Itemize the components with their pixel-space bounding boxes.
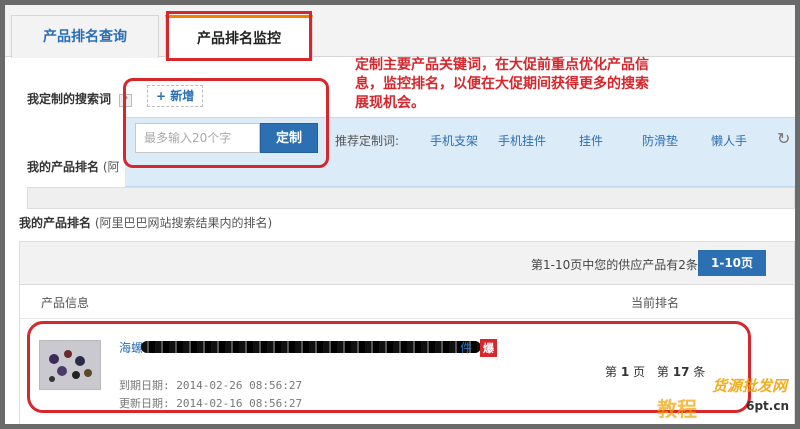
annotation-line-3: 展现机会。 xyxy=(355,95,425,111)
ranking-title-obscured: 我的产品排名 (阿 xyxy=(27,158,120,175)
annotation-line-1: 定制主要产品关键词，在大促前重点优化产品信 xyxy=(355,57,649,73)
hot-badge: 爆 xyxy=(480,339,497,357)
ranking-subtitle: (阿里巴巴网站搜索结果内的排名) xyxy=(94,216,273,230)
ranking-heading: 我的产品排名 (阿里巴巴网站搜索结果内的排名) xyxy=(19,214,272,231)
annotation-line-2: 息，监控排名，以便在大促期间获得更多的搜索 xyxy=(355,76,649,92)
annotation-text: 定制主要产品关键词，在大促前重点优化产品信 息，监控排名，以便在大促期间获得更多… xyxy=(355,56,775,113)
rank-page-unit: 页 xyxy=(633,365,646,379)
product-title-start[interactable]: 海螺 xyxy=(119,339,143,356)
term-input[interactable]: 最多输入20个字 xyxy=(135,123,260,153)
help-icon[interactable]: ? xyxy=(118,94,132,107)
ranking-title-obscured-suffix: (阿 xyxy=(102,160,120,174)
rank-page-prefix: 第 xyxy=(605,365,618,379)
watermark-site: 6pt.cn xyxy=(746,399,789,413)
recommend-label: 推荐定制词: xyxy=(335,134,400,148)
recommend-term-3[interactable]: 挂件 xyxy=(579,132,603,149)
recommend-term-1[interactable]: 手机支架 xyxy=(430,132,478,149)
obscured-strip xyxy=(27,187,795,209)
custom-search-label: 我定制的搜索词 xyxy=(27,92,112,106)
page-range-button[interactable]: 1-10页 xyxy=(698,250,766,276)
watermark-line-1: 货源批发网 xyxy=(711,377,787,395)
col-product-info: 产品信息 xyxy=(41,296,90,310)
col-current-rank: 当前排名 xyxy=(631,296,680,310)
refresh-icon[interactable]: ↻ xyxy=(777,129,790,148)
recommend-term-5[interactable]: 懒人手 xyxy=(711,132,747,149)
redaction-scribble xyxy=(141,341,481,353)
recommend-term-4[interactable]: 防滑垫 xyxy=(642,132,678,149)
expire-date: 到期日期: 2014-02-26 08:56:27 xyxy=(119,379,303,392)
page-frame: 产品排名查询 产品排名监控 定制主要产品关键词，在大促前重点优化产品信 息，监控… xyxy=(5,5,795,424)
plus-icon: + xyxy=(156,89,167,103)
add-term-label: 新增 xyxy=(170,89,195,103)
ranking-summary: 第1-10页中您的供应产品有2条 xyxy=(531,258,698,272)
recommend-term-2[interactable]: 手机挂件 xyxy=(498,132,546,149)
product-image xyxy=(40,341,100,389)
customize-button[interactable]: 定制 xyxy=(260,123,318,153)
product-title-end[interactable]: 件 xyxy=(460,339,472,356)
ranking-title-obscured-text: 我的产品排名 xyxy=(27,160,100,174)
watermark-line-2: 教程 xyxy=(657,397,697,421)
custom-search-label-row: 我定制的搜索词 ? xyxy=(27,90,132,107)
product-thumbnail[interactable] xyxy=(39,340,101,390)
update-date: 更新日期: 2014-02-16 08:56:27 xyxy=(119,397,303,410)
tab-rank-monitor[interactable]: 产品排名监控 xyxy=(165,15,313,59)
tab-rank-query[interactable]: 产品排名查询 xyxy=(11,15,159,58)
site-watermark: 货源批发网 教程 6pt.cn xyxy=(645,375,795,424)
ranking-title: 我的产品排名 xyxy=(19,216,92,230)
rank-page-number: 1 xyxy=(620,365,630,379)
add-term-button[interactable]: + 新增 xyxy=(147,85,204,107)
